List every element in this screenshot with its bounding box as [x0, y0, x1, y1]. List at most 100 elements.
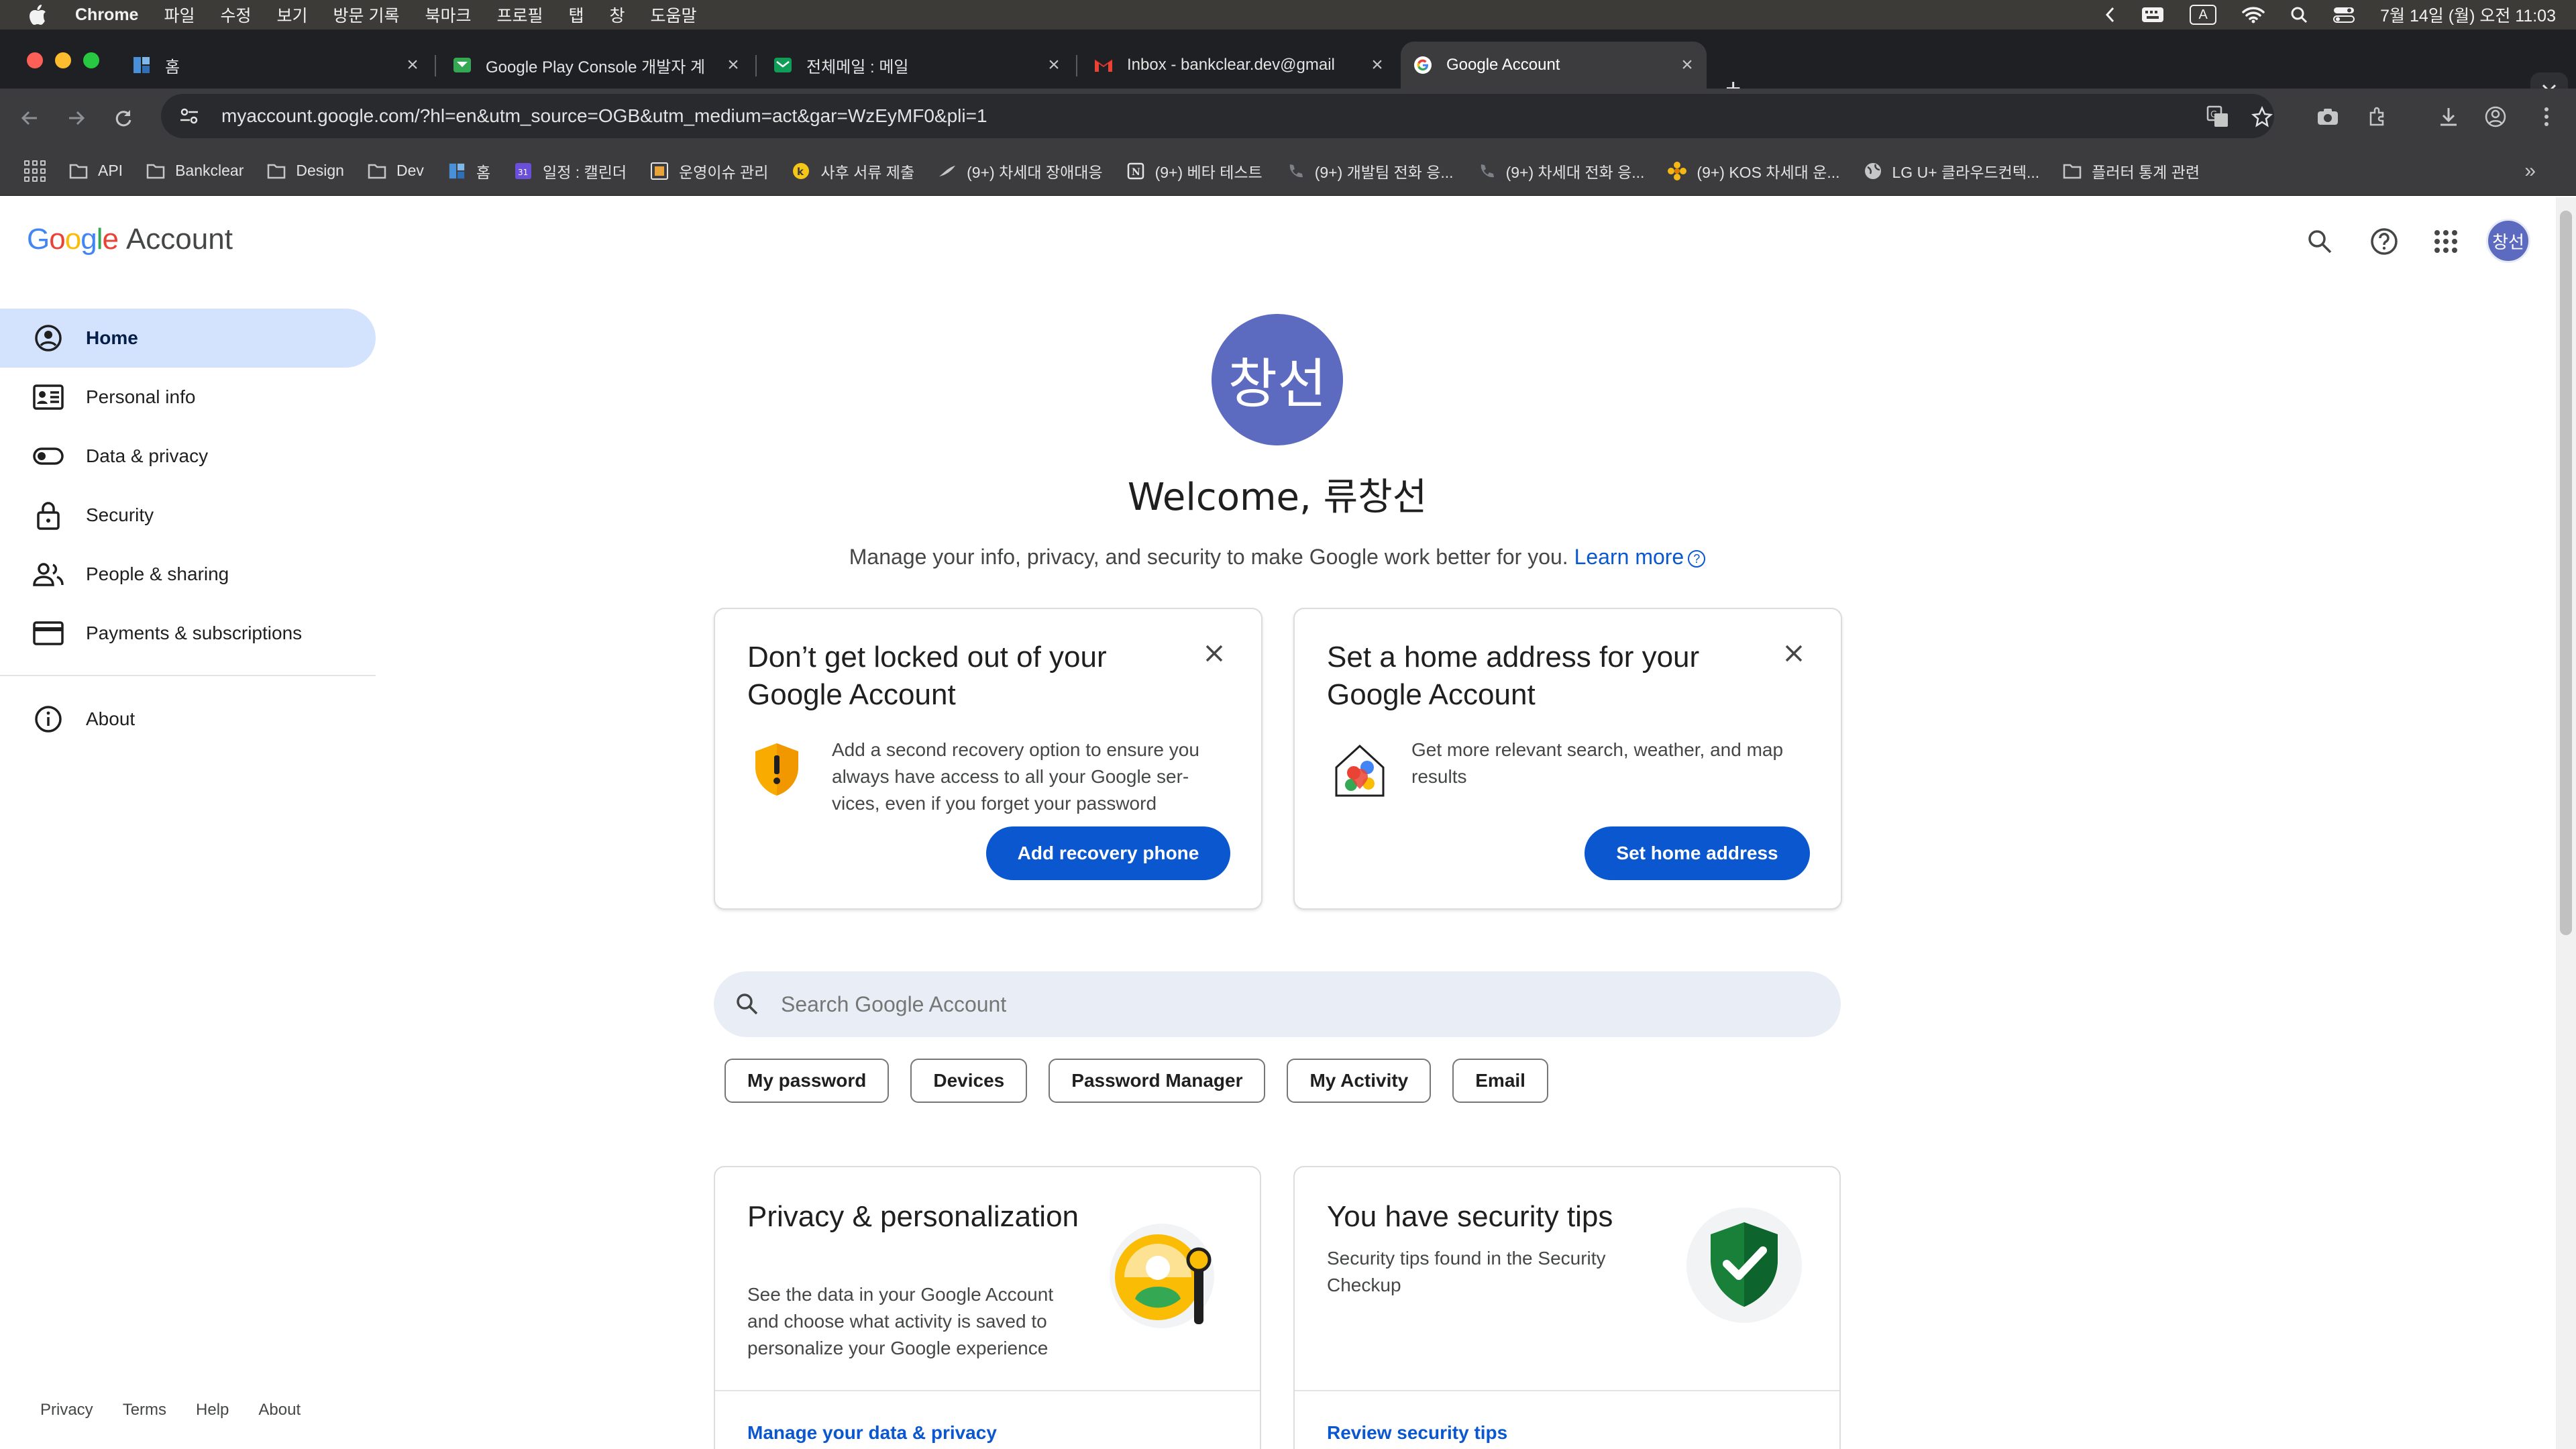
- close-icon[interactable]: [1780, 640, 1807, 667]
- learn-more-link[interactable]: Learn more: [1574, 545, 1684, 569]
- keyboard-icon[interactable]: [2141, 7, 2164, 23]
- nav-label: Payments & subscriptions: [86, 623, 303, 643]
- bookmark-flutter-stats[interactable]: 플러터 통계 관련: [2062, 160, 2200, 182]
- chip-my-activity[interactable]: My Activity: [1287, 1059, 1432, 1103]
- download-icon[interactable]: [2435, 103, 2462, 130]
- footer-privacy-link[interactable]: Privacy: [40, 1401, 93, 1419]
- input-source-icon[interactable]: A: [2190, 5, 2217, 25]
- footer-about-link[interactable]: About: [258, 1401, 301, 1419]
- help-circle-icon[interactable]: ?: [1688, 550, 1706, 568]
- nav-security[interactable]: Security: [0, 486, 376, 545]
- menu-app-name[interactable]: Chrome: [75, 5, 138, 25]
- nav-payments[interactable]: Payments & subscriptions: [0, 604, 376, 663]
- bookmark-dev[interactable]: Dev: [367, 161, 424, 181]
- menu-window[interactable]: 창: [610, 3, 625, 27]
- translate-icon[interactable]: G: [2204, 103, 2231, 130]
- tab-gmail-inbox[interactable]: Inbox - bankclear.dev@gmail ×: [1093, 42, 1389, 89]
- apps-grid-icon[interactable]: [24, 160, 46, 182]
- menu-file[interactable]: 파일: [164, 3, 195, 27]
- bookmark-incident[interactable]: (9+) 차세대 장애대응: [937, 160, 1103, 182]
- back-button[interactable]: [15, 103, 44, 133]
- url-text[interactable]: myaccount.google.com/?hl=en&utm_source=O…: [221, 105, 987, 127]
- extensions-icon[interactable]: [2364, 103, 2391, 130]
- profile-avatar[interactable]: 창선: [1212, 314, 1343, 445]
- reload-button[interactable]: [109, 103, 138, 133]
- bookmark-api[interactable]: API: [68, 161, 123, 181]
- nav-about[interactable]: About: [0, 690, 376, 749]
- bookmark-bankclear[interactable]: Bankclear: [146, 161, 244, 181]
- nav-home[interactable]: Home: [0, 309, 376, 368]
- tab-google-account[interactable]: Google Account ×: [1401, 42, 1707, 89]
- globe-icon: [1863, 161, 1883, 181]
- menu-help[interactable]: 도움말: [651, 3, 697, 27]
- nav-personal-info[interactable]: Personal info: [0, 368, 376, 427]
- bookmark-home[interactable]: 홈: [447, 160, 490, 182]
- menu-bookmarks[interactable]: 북마크: [425, 3, 471, 27]
- chevron-left-icon[interactable]: [2104, 6, 2116, 23]
- bookmark-doc-submit[interactable]: k 사후 서류 제출: [791, 160, 914, 182]
- nav-people-sharing[interactable]: People & sharing: [0, 545, 376, 604]
- privacy-personalization-card[interactable]: Privacy & personalization See the data i…: [714, 1166, 1261, 1449]
- close-icon[interactable]: ×: [1366, 54, 1389, 76]
- bookmark-design[interactable]: Design: [266, 161, 344, 181]
- footer-terms-link[interactable]: Terms: [123, 1401, 166, 1419]
- bookmark-kos[interactable]: (9+) KOS 차세대 운...: [1667, 160, 1840, 182]
- chip-my-password[interactable]: My password: [724, 1059, 890, 1103]
- more-vert-icon[interactable]: [2533, 103, 2560, 130]
- window-close-button[interactable]: [27, 52, 43, 68]
- control-center-icon[interactable]: [2333, 6, 2355, 23]
- bookmark-next-phone[interactable]: (9+) 차세대 전화 응...: [1477, 160, 1644, 182]
- close-icon[interactable]: ×: [1042, 54, 1065, 76]
- footer-links: Privacy Terms Help About: [40, 1401, 301, 1419]
- add-recovery-phone-button[interactable]: Add recovery phone: [986, 826, 1230, 880]
- nav-data-privacy[interactable]: Data & privacy: [0, 427, 376, 486]
- menu-edit[interactable]: 수정: [220, 3, 251, 27]
- tab-mail[interactable]: 전체메일 : 메일 ×: [773, 42, 1065, 89]
- window-minimize-button[interactable]: [55, 52, 71, 68]
- set-home-address-button[interactable]: Set home address: [1585, 826, 1810, 880]
- wifi-icon[interactable]: [2242, 6, 2265, 23]
- profile-icon[interactable]: [2482, 103, 2509, 130]
- window-zoom-button[interactable]: [83, 52, 99, 68]
- bookmark-ops-issue[interactable]: 운영이슈 관리: [649, 160, 768, 182]
- tab-play-console[interactable]: Google Play Console 개발자 계 ×: [452, 42, 745, 89]
- google-account-logo[interactable]: Google Account: [27, 223, 233, 256]
- camera-icon[interactable]: [2314, 103, 2341, 130]
- forward-button[interactable]: [62, 103, 91, 133]
- menubar-clock[interactable]: 7월 14일 (월) 오전 11:03: [2380, 3, 2556, 27]
- close-icon[interactable]: ×: [722, 54, 745, 76]
- close-icon[interactable]: ×: [401, 54, 424, 76]
- search-icon[interactable]: [2300, 221, 2340, 262]
- site-info-icon[interactable]: [176, 103, 203, 129]
- account-avatar[interactable]: 창선: [2486, 219, 2530, 263]
- bookmarks-overflow-icon[interactable]: »: [2524, 160, 2536, 182]
- security-tips-card[interactable]: You have security tips Security tips fou…: [1293, 1166, 1841, 1449]
- chip-password-manager[interactable]: Password Manager: [1049, 1059, 1266, 1103]
- menu-history[interactable]: 방문 기록: [333, 3, 400, 27]
- bookmark-lgu-cloud[interactable]: LG U+ 클라우드컨텍...: [1863, 160, 2039, 182]
- tab-home[interactable]: 홈 ×: [131, 42, 424, 89]
- address-bar[interactable]: myaccount.google.com/?hl=en&utm_source=O…: [161, 94, 2274, 138]
- review-security-tips-link[interactable]: Review security tips: [1327, 1422, 1507, 1444]
- chip-devices[interactable]: Devices: [910, 1059, 1028, 1103]
- bookmark-dev-phone[interactable]: (9+) 개발팀 전화 응...: [1285, 160, 1454, 182]
- apple-icon[interactable]: [27, 3, 48, 27]
- menu-tab[interactable]: 탭: [569, 3, 584, 27]
- google-apps-icon[interactable]: [2426, 221, 2466, 262]
- chip-email[interactable]: Email: [1452, 1059, 1548, 1103]
- close-icon[interactable]: ×: [1676, 54, 1699, 76]
- account-search-bar[interactable]: [714, 971, 1841, 1037]
- bookmark-calendar[interactable]: 31 일정 : 캘린더: [513, 160, 627, 182]
- footer-help-link[interactable]: Help: [196, 1401, 229, 1419]
- spotlight-search-icon[interactable]: [2290, 6, 2308, 23]
- scrollbar-thumb[interactable]: [2560, 211, 2572, 935]
- bookmark-beta-test[interactable]: N (9+) 베타 테스트: [1126, 160, 1263, 182]
- search-input[interactable]: [781, 991, 1787, 1017]
- help-icon[interactable]: [2364, 221, 2404, 262]
- manage-data-privacy-link[interactable]: Manage your data & privacy: [747, 1422, 997, 1444]
- bookmark-label: API: [98, 162, 123, 179]
- close-icon[interactable]: [1201, 640, 1228, 667]
- menu-profiles[interactable]: 프로필: [496, 3, 543, 27]
- menu-view[interactable]: 보기: [277, 3, 308, 27]
- bookmark-star-icon[interactable]: [2249, 103, 2275, 130]
